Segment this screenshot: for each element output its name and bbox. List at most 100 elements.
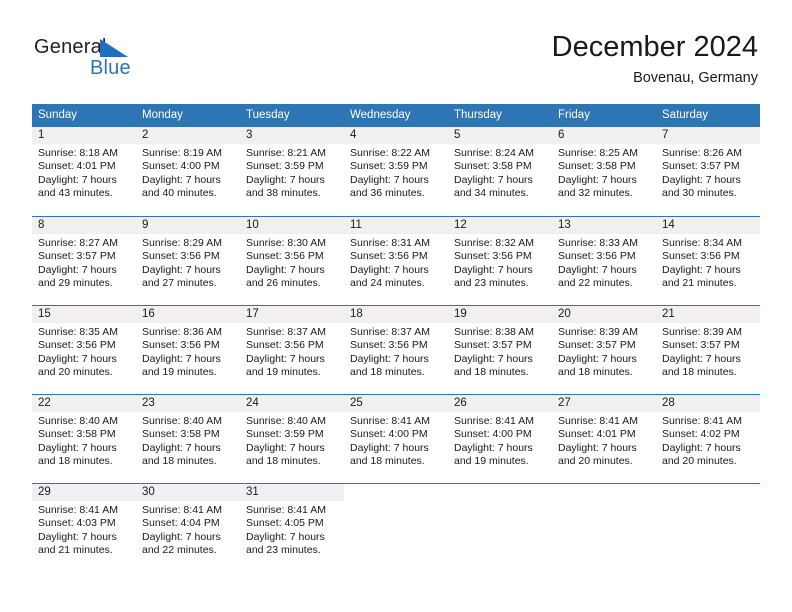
sunrise-time: Sunrise: 8:24 AM [454,147,534,159]
calendar-grid: Sunday Monday Tuesday Wednesday Thursday Frid… [32,104,760,572]
day-number: 30 [136,484,240,501]
daylight-line-1: Daylight: 7 hours [454,263,533,276]
day-number: 18 [344,306,448,323]
sunrise-time: Sunrise: 8:40 AM [246,415,326,427]
weekday-header-friday: Friday [558,109,590,121]
day-number: 17 [240,306,344,323]
sunrise-time: Sunrise: 8:32 AM [454,237,534,249]
calendar-day-cell[interactable]: 1 Sunrise: 8:18 AM Sunset: 4:01 PM Daylight… [32,127,136,216]
sunrise-time: Sunrise: 8:29 AM [142,237,222,249]
day-number: 20 [552,306,656,323]
sunset-time: Sunset: 3:56 PM [142,339,220,352]
calendar-day-cell[interactable]: 4 Sunrise: 8:22 AM Sunset: 3:59 PM Daylight… [344,127,448,216]
daylight-line-1: Daylight: 7 hours [558,352,637,365]
calendar-day-cell[interactable]: 7 Sunrise: 8:26 AM Sunset: 3:57 PM Daylight… [656,127,760,216]
calendar-day-cell[interactable]: 31 Sunrise: 8:41 AM Sunset: 4:05 PM Dayligh… [240,484,344,572]
day-details: Sunrise: 8:37 AM Sunset: 3:56 PM Daylight:… [344,323,448,380]
calendar-day-cell[interactable]: 22 Sunrise: 8:40 AM Sunset: 3:58 PM Dayligh… [32,395,136,483]
day-details: Sunrise: 8:26 AM Sunset: 3:57 PM Daylight:… [656,144,760,201]
sunset-time: Sunset: 3:59 PM [246,160,324,173]
weekday-header-sunday: Sunday [38,109,78,121]
sunrise-time: Sunrise: 8:19 AM [142,147,222,159]
day-details: Sunrise: 8:40 AM Sunset: 3:58 PM Daylight:… [136,412,240,469]
sunset-time: Sunset: 3:56 PM [38,339,116,352]
day-details: Sunrise: 8:27 AM Sunset: 3:57 PM Daylight:… [32,234,136,291]
sunset-time: Sunset: 4:03 PM [38,517,116,530]
sunset-time: Sunset: 4:05 PM [246,517,324,530]
sunset-time: Sunset: 3:57 PM [454,339,532,352]
calendar-day-cell[interactable]: 21 Sunrise: 8:39 AM Sunset: 3:57 PM Dayligh… [656,306,760,394]
calendar-day-cell[interactable]: 30 Sunrise: 8:41 AM Sunset: 4:04 PM Dayligh… [136,484,240,572]
sunset-time: Sunset: 4:00 PM [454,428,532,441]
daylight-line-2: and 38 minutes. [246,187,321,200]
daylight-line-1: Daylight: 7 hours [350,352,429,365]
calendar-day-cell[interactable]: 20 Sunrise: 8:39 AM Sunset: 3:57 PM Dayligh… [552,306,656,394]
calendar-day-cell[interactable]: 10 Sunrise: 8:30 AM Sunset: 3:56 PM Dayligh… [240,217,344,305]
daylight-line-1: Daylight: 7 hours [38,263,117,276]
calendar-day-cell[interactable]: 6 Sunrise: 8:25 AM Sunset: 3:58 PM Daylight… [552,127,656,216]
daylight-line-2: and 19 minutes. [246,366,321,379]
daylight-line-1: Daylight: 7 hours [662,352,741,365]
day-details: Sunrise: 8:18 AM Sunset: 4:01 PM Daylight:… [32,144,136,201]
calendar-day-cell[interactable]: 3 Sunrise: 8:21 AM Sunset: 3:59 PM Daylight… [240,127,344,216]
calendar-day-cell[interactable]: 16 Sunrise: 8:36 AM Sunset: 3:56 PM Dayligh… [136,306,240,394]
daylight-line-2: and 18 minutes. [454,366,529,379]
calendar-day-cell[interactable]: 27 Sunrise: 8:41 AM Sunset: 4:01 PM Dayligh… [552,395,656,483]
day-number: 28 [656,395,760,412]
calendar-day-cell[interactable]: 11 Sunrise: 8:31 AM Sunset: 3:56 PM Dayligh… [344,217,448,305]
calendar-day-cell[interactable]: 15 Sunrise: 8:35 AM Sunset: 3:56 PM Dayligh… [32,306,136,394]
day-number: 2 [136,127,240,144]
daylight-line-2: and 34 minutes. [454,187,529,200]
calendar-day-cell[interactable]: 18 Sunrise: 8:37 AM Sunset: 3:56 PM Dayligh… [344,306,448,394]
daylight-line-2: and 43 minutes. [38,187,113,200]
calendar-day-cell[interactable]: 28 Sunrise: 8:41 AM Sunset: 4:02 PM Dayligh… [656,395,760,483]
daylight-line-1: Daylight: 7 hours [558,263,637,276]
day-details: Sunrise: 8:41 AM Sunset: 4:04 PM Daylight:… [136,501,240,558]
day-details: Sunrise: 8:40 AM Sunset: 3:59 PM Daylight:… [240,412,344,469]
calendar-week-row: 29 Sunrise: 8:41 AM Sunset: 4:03 PM Dayligh… [32,483,760,572]
calendar-day-cell-empty [656,484,760,572]
daylight-line-1: Daylight: 7 hours [38,530,117,543]
sunset-time: Sunset: 3:58 PM [142,428,220,441]
day-number: 22 [32,395,136,412]
calendar-day-cell[interactable]: 13 Sunrise: 8:33 AM Sunset: 3:56 PM Dayligh… [552,217,656,305]
calendar-day-cell[interactable]: 2 Sunrise: 8:19 AM Sunset: 4:00 PM Daylight… [136,127,240,216]
calendar-day-cell[interactable]: 9 Sunrise: 8:29 AM Sunset: 3:56 PM Daylight… [136,217,240,305]
calendar-day-cell[interactable]: 12 Sunrise: 8:32 AM Sunset: 3:56 PM Dayligh… [448,217,552,305]
day-number: 16 [136,306,240,323]
sunset-time: Sunset: 4:04 PM [142,517,220,530]
calendar-day-cell[interactable]: 24 Sunrise: 8:40 AM Sunset: 3:59 PM Dayligh… [240,395,344,483]
calendar-day-cell[interactable]: 29 Sunrise: 8:41 AM Sunset: 4:03 PM Dayligh… [32,484,136,572]
daylight-line-2: and 24 minutes. [350,277,425,290]
day-number: 6 [552,127,656,144]
daylight-line-2: and 18 minutes. [38,455,113,468]
calendar-day-cell[interactable]: 23 Sunrise: 8:40 AM Sunset: 3:58 PM Dayligh… [136,395,240,483]
daylight-line-2: and 36 minutes. [350,187,425,200]
day-number: 26 [448,395,552,412]
calendar-day-cell[interactable]: 25 Sunrise: 8:41 AM Sunset: 4:00 PM Dayligh… [344,395,448,483]
sunset-time: Sunset: 4:02 PM [662,428,740,441]
calendar-day-cell[interactable]: 14 Sunrise: 8:34 AM Sunset: 3:56 PM Dayligh… [656,217,760,305]
page-header: General Blue December 2024 Bovenau, Germ… [0,0,792,100]
calendar-day-cell[interactable]: 26 Sunrise: 8:41 AM Sunset: 4:00 PM Dayligh… [448,395,552,483]
daylight-line-1: Daylight: 7 hours [142,352,221,365]
day-number: 27 [552,395,656,412]
sunrise-time: Sunrise: 8:41 AM [350,415,430,427]
sunrise-time: Sunrise: 8:25 AM [558,147,638,159]
daylight-line-1: Daylight: 7 hours [246,352,325,365]
sunrise-time: Sunrise: 8:22 AM [350,147,430,159]
daylight-line-1: Daylight: 7 hours [662,263,741,276]
logo-triangle-icon [100,39,128,57]
calendar-day-cell[interactable]: 19 Sunrise: 8:38 AM Sunset: 3:57 PM Dayligh… [448,306,552,394]
weekday-header-thursday: Thursday [454,109,502,121]
calendar-day-cell[interactable]: 5 Sunrise: 8:24 AM Sunset: 3:58 PM Daylight… [448,127,552,216]
day-details: Sunrise: 8:37 AM Sunset: 3:56 PM Daylight:… [240,323,344,380]
calendar-day-cell[interactable]: 17 Sunrise: 8:37 AM Sunset: 3:56 PM Dayligh… [240,306,344,394]
day-number: 15 [32,306,136,323]
calendar-day-cell[interactable]: 8 Sunrise: 8:27 AM Sunset: 3:57 PM Daylight… [32,217,136,305]
sunset-time: Sunset: 4:01 PM [558,428,636,441]
sunrise-time: Sunrise: 8:40 AM [142,415,222,427]
day-details [448,501,552,504]
day-number: 7 [656,127,760,144]
daylight-line-2: and 21 minutes. [662,277,737,290]
